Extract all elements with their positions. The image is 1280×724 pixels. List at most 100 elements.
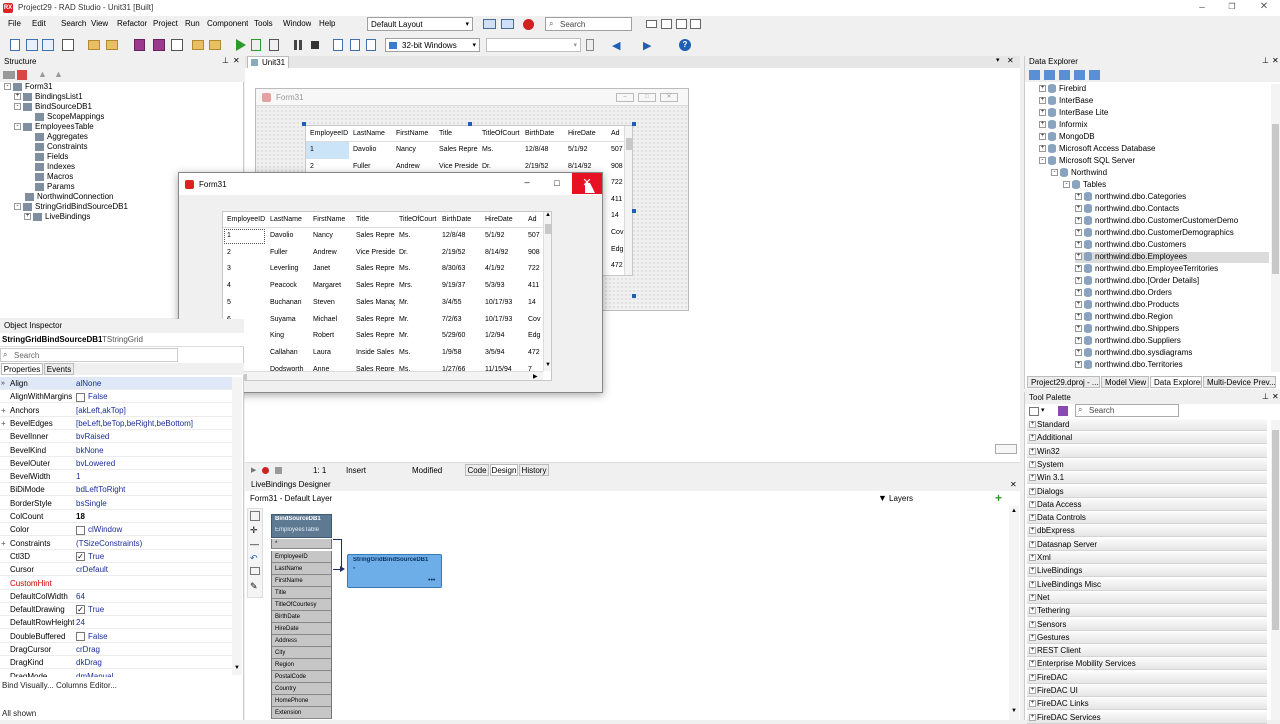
bindsource-node[interactable]: BindSourceDB1 EmployeesTable [271, 514, 332, 538]
scroll-thumb[interactable] [626, 138, 632, 150]
oi-property-row[interactable]: BorderStyle bsSingle [0, 497, 232, 510]
grid-cell[interactable]: Robert [309, 328, 352, 345]
tp-category[interactable]: + Win32 [1027, 445, 1267, 458]
de-item[interactable]: + InterBase Lite [1039, 108, 1108, 119]
oi-property-row[interactable]: BevelInner bvRaised [0, 430, 232, 444]
oi-property-row[interactable]: Cursor crDefault [0, 563, 232, 577]
lb-vscroll[interactable]: ▲ ▼ [1009, 506, 1019, 720]
lb-field[interactable]: Region [271, 659, 332, 671]
tp-category[interactable]: + Net [1027, 591, 1267, 604]
grid-cell[interactable]: 4 [223, 278, 266, 295]
lb-field[interactable]: LastName [271, 563, 332, 575]
runtime-minimize-button[interactable]: – [519, 177, 535, 187]
expand-plus-icon[interactable]: + [1029, 673, 1036, 681]
nonvisual-toggle[interactable] [995, 444, 1017, 454]
expand-plus-icon[interactable]: + [1029, 700, 1036, 708]
tp-category[interactable]: + FireDAC Links [1027, 698, 1267, 711]
lb-field[interactable]: HomePhone [271, 695, 332, 707]
node2-more[interactable]: ••• [428, 577, 435, 584]
mail-icon[interactable] [646, 20, 657, 28]
grid-cell[interactable]: 3 [223, 261, 266, 278]
menu-file[interactable]: File [8, 19, 21, 28]
grid-cell[interactable]: 1/9/58 [438, 345, 481, 362]
grid-cell[interactable]: Sales Repre [352, 278, 395, 295]
expander-icon[interactable]: + [1075, 337, 1082, 345]
expander-icon[interactable]: + [1039, 85, 1046, 93]
oi-property-row[interactable]: BevelKind bkNone [0, 444, 232, 457]
grid-cell[interactable]: Steven [309, 295, 352, 312]
de-item[interactable]: - Microsoft SQL Server [1039, 156, 1135, 167]
grid-cell[interactable]: Davolio [349, 142, 392, 159]
structure-item[interactable]: - StringGridBindSourceDB1 [14, 202, 128, 212]
grid-cell[interactable]: Mrs. [395, 278, 438, 295]
add-to-project-icon[interactable] [192, 40, 204, 50]
expand-plus-icon[interactable]: + [1029, 580, 1036, 588]
expander-icon[interactable]: + [1075, 241, 1082, 249]
tp-category[interactable]: + Data Access [1027, 498, 1267, 511]
grid-cell[interactable]: Ms. [395, 261, 438, 278]
save-icon[interactable] [134, 39, 145, 51]
grid-cell[interactable]: 5/1/92 [481, 228, 524, 245]
settings-icon[interactable] [690, 19, 701, 29]
run-without-debug-icon[interactable] [251, 39, 261, 51]
zoom-in-icon[interactable]: ✛ [250, 525, 258, 536]
oi-search-box[interactable]: ⌕ Search [0, 348, 178, 362]
up-arrow-icon[interactable]: ▲ [38, 69, 47, 79]
structure-item[interactable]: NorthwindConnection [14, 192, 114, 202]
minimize-button[interactable]: – [1192, 2, 1212, 14]
de-forward-icon[interactable] [1074, 70, 1085, 80]
oi-vscroll[interactable]: ▼ [232, 377, 242, 675]
layout-switch-icon[interactable] [501, 19, 514, 29]
de-item[interactable]: + northwind.dbo.Shippers [1075, 324, 1179, 335]
oi-property-row[interactable]: + Anchors [akLeft,akTop] [0, 404, 232, 417]
pin-icon[interactable]: ⊥ [1262, 392, 1269, 401]
menu-tools[interactable]: Tools [254, 19, 273, 28]
grid-cell[interactable]: Michael [309, 312, 352, 329]
design-grid-vscroll[interactable] [624, 126, 632, 275]
expander-icon[interactable]: + [1075, 313, 1082, 321]
grid-cell[interactable]: 2/19/52 [438, 245, 481, 262]
de-nav-icon[interactable] [1029, 70, 1040, 80]
lb-field[interactable]: Address [271, 635, 332, 647]
tp-category[interactable]: + Dialogs [1027, 485, 1267, 498]
checkbox[interactable]: ✓ [76, 605, 85, 615]
tp-category[interactable]: + Gestures [1027, 631, 1267, 644]
checkbox[interactable] [76, 392, 85, 402]
expander-icon[interactable]: + [1075, 229, 1082, 237]
lb-field[interactable]: EmployeeID [271, 551, 332, 563]
structure-action-icon[interactable] [3, 71, 15, 79]
runtime-grid[interactable]: EmployeeID LastName FirstName Title TitleOfC… [222, 211, 552, 381]
back-arrow-icon[interactable]: ◀ [612, 39, 620, 52]
record-macro-icon[interactable] [262, 467, 269, 474]
expander-icon[interactable]: + [1075, 361, 1082, 369]
tp-vscroll[interactable] [1271, 420, 1280, 720]
de-item[interactable]: + northwind.dbo.Customers [1075, 240, 1186, 251]
oi-property-row[interactable]: Ctl3D ✓ True [0, 550, 232, 563]
tp-category[interactable]: + Tethering [1027, 605, 1267, 618]
tp-category[interactable]: + Enterprise Mobility Services [1027, 658, 1267, 671]
oi-tab-properties[interactable]: Properties [1, 363, 43, 375]
selection-handle[interactable] [302, 122, 306, 126]
undo-icon[interactable]: ↶ [250, 553, 258, 564]
add-layer-icon[interactable]: + [995, 491, 1002, 505]
grid-header-cell[interactable]: HireDate [481, 212, 524, 228]
menu-search[interactable]: Search [61, 19, 86, 28]
expand-plus-icon[interactable]: + [1029, 540, 1036, 548]
stringgrid-node[interactable]: StringGridBindSourceDB1 * ••• [347, 554, 442, 588]
help-icon[interactable]: ? [679, 39, 691, 51]
run-icon[interactable] [236, 39, 246, 51]
run-options-icon[interactable] [269, 39, 279, 51]
grid-cell[interactable]: Peacock [266, 278, 309, 295]
de-item[interactable]: + northwind.dbo.Categories [1075, 192, 1186, 203]
grid-cell[interactable]: Ms. [395, 228, 438, 245]
close-panel-icon[interactable]: ✕ [1272, 392, 1279, 401]
grid-cell[interactable]: 10/17/93 [481, 312, 524, 329]
expander-icon[interactable]: + [1075, 193, 1082, 201]
window-icon[interactable] [661, 19, 672, 29]
oi-property-row[interactable]: DefaultRowHeight 24 [0, 616, 232, 630]
tp-category[interactable]: + Xml [1027, 552, 1267, 564]
expand-plus-icon[interactable]: + [1029, 421, 1036, 428]
de-item[interactable]: + northwind.dbo.CustomerCustomerDemo [1075, 216, 1238, 227]
forward-arrow-icon[interactable]: ▶ [643, 39, 651, 52]
oi-property-row[interactable]: DefaultColWidth 64 [0, 590, 232, 603]
